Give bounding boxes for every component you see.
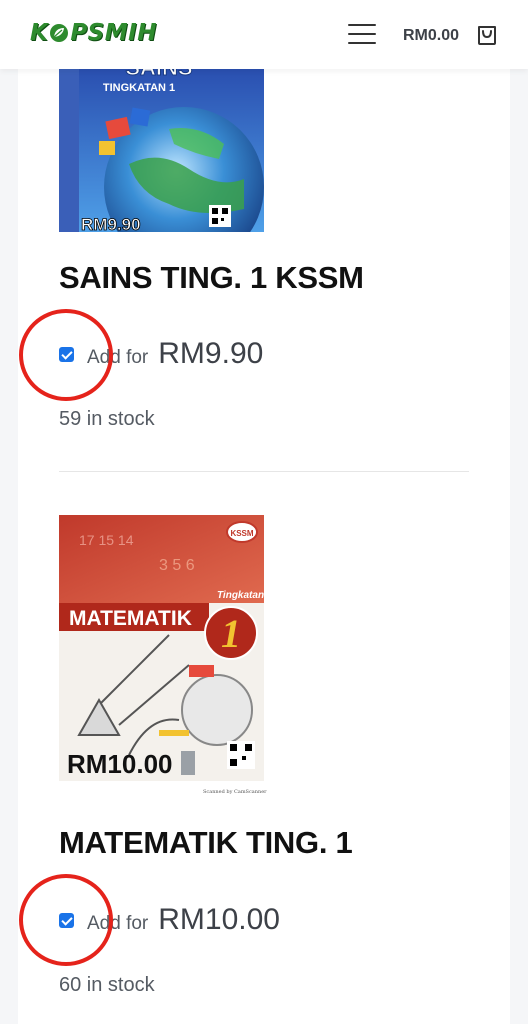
product-image-sains[interactable]: SAINS TINGKATAN 1 RM9.90 [59, 69, 264, 232]
matematik-cover-price: RM10.00 [67, 749, 173, 779]
product-title-sains[interactable]: SAINS TING. 1 KSSM [59, 260, 364, 296]
product-price-sains: RM9.90 [158, 337, 264, 370]
leaf-logo-icon [50, 24, 69, 42]
scanner-caption: Scanned by CamScanner [203, 789, 267, 795]
logo-text-left: K [30, 20, 49, 46]
product-title-matematik[interactable]: MATEMATIK TING. 1 [59, 825, 353, 861]
matematik-cover-art: 17 15 14 3 5 6 KSSM Tingkatan MATEMATIK … [59, 515, 264, 781]
stock-status-matematik: 60 in stock [59, 974, 155, 996]
cover-badge: KSSM [230, 529, 253, 538]
shopping-bag-icon[interactable] [476, 23, 498, 47]
cover-number: 1 [221, 611, 241, 656]
add-to-cart-row-matematik[interactable]: Add for RM10.00 [59, 903, 280, 937]
hamburger-menu-icon[interactable] [348, 24, 376, 46]
cover-level: Tingkatan [217, 590, 264, 601]
sains-cover-art: SAINS TINGKATAN 1 RM9.90 [59, 69, 264, 232]
site-logo[interactable]: K PSMIH [30, 20, 157, 46]
sains-cover-subject: SAINS [125, 69, 192, 80]
divider [59, 471, 469, 472]
add-for-label: Add for [87, 347, 149, 368]
cart-total[interactable]: RM0.00 [403, 27, 459, 45]
product-image-matematik[interactable]: 17 15 14 3 5 6 KSSM Tingkatan MATEMATIK … [59, 515, 264, 781]
logo-text-right: PSMIH [70, 20, 157, 46]
add-checkbox-matematik[interactable] [59, 912, 74, 928]
svg-text:3 5 6: 3 5 6 [159, 557, 195, 574]
site-header: K PSMIH RM0.00 [0, 0, 528, 69]
add-for-label: Add for [87, 913, 149, 934]
sains-cover-price: RM9.90 [81, 215, 141, 232]
add-checkbox-sains[interactable] [59, 346, 74, 362]
add-to-cart-row-sains[interactable]: Add for RM9.90 [59, 337, 263, 371]
stock-status-sains: 59 in stock [59, 408, 155, 430]
product-price-matematik: RM10.00 [158, 903, 280, 936]
sains-cover-level: TINGKATAN 1 [103, 82, 175, 94]
matematik-cover-subject: MATEMATIK [69, 607, 192, 630]
svg-text:17 15 14: 17 15 14 [79, 532, 134, 548]
